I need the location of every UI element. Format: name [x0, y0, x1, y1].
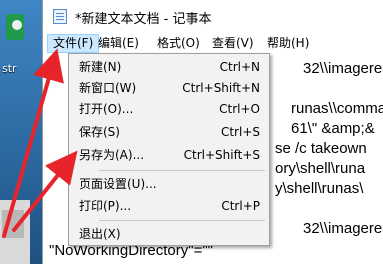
desktop-background: str	[0, 0, 42, 264]
menu-edit[interactable]: 编辑(E)	[93, 34, 144, 53]
menu-item-print[interactable]: 打印(P)... Ctrl+P	[71, 196, 267, 217]
menu-item-open[interactable]: 打开(O)... Ctrl+O	[71, 99, 267, 120]
editor-line: runas\\comma	[291, 100, 383, 117]
editor-line: 32\\imageres	[303, 220, 383, 237]
menu-item-new-window[interactable]: 新窗口(W) Ctrl+Shift+N	[71, 78, 267, 99]
desktop-file-icon[interactable]	[0, 200, 30, 264]
desktop-icon-label: str	[2, 62, 17, 75]
desktop-app-icon[interactable]	[2, 14, 28, 58]
menu-view[interactable]: 查看(V)	[207, 34, 259, 53]
editor-line: 61\" &amp;&	[291, 120, 375, 137]
menu-bar: 文件(F) 编辑(E) 格式(O) 查看(V) 帮助(H)	[43, 32, 383, 54]
menu-format[interactable]: 格式(O)	[152, 34, 205, 53]
file-menu-dropdown: 新建(N) Ctrl+N 新窗口(W) Ctrl+Shift+N 打开(O)..…	[68, 53, 270, 246]
editor-line: y\shell\runas\	[275, 180, 364, 197]
menu-item-shortcut: Ctrl+N	[219, 60, 260, 74]
title-bar[interactable]: *新建文本文档 - 记事本	[43, 0, 383, 32]
menu-item-label: 保存(S)	[79, 125, 120, 139]
app-icon-emblem	[12, 20, 22, 30]
menu-item-shortcut: Ctrl+Shift+N	[182, 81, 260, 95]
menu-item-label: 页面设置(U)...	[79, 177, 157, 191]
menu-item-save[interactable]: 保存(S) Ctrl+S	[71, 122, 267, 143]
menu-help[interactable]: 帮助(H)	[262, 34, 314, 53]
menu-item-label: 打印(P)...	[79, 199, 132, 213]
menu-item-shortcut: Ctrl+S	[220, 125, 260, 139]
editor-line: se /c takeown	[275, 140, 367, 157]
menu-item-save-as[interactable]: 另存为(A)... Ctrl+Shift+S	[71, 145, 267, 166]
window-title: *新建文本文档 - 记事本	[75, 12, 212, 27]
file-icon-shape	[2, 210, 24, 238]
editor-line: ory\shell\runa	[275, 160, 366, 177]
menu-item-page-setup[interactable]: 页面设置(U)...	[71, 174, 267, 195]
menu-item-label: 退出(X)	[79, 227, 121, 241]
menu-item-shortcut: Ctrl+P	[221, 199, 260, 213]
menu-item-exit[interactable]: 退出(X)	[71, 224, 267, 245]
menu-separator	[99, 220, 265, 221]
menu-item-label: 新窗口(W)	[79, 81, 137, 95]
menu-item-new[interactable]: 新建(N) Ctrl+N	[71, 57, 267, 78]
menu-file[interactable]: 文件(F)	[47, 34, 100, 53]
menu-separator	[99, 170, 265, 171]
menu-item-label: 打开(O)...	[79, 102, 134, 116]
menu-item-label: 另存为(A)...	[79, 148, 145, 162]
editor-line: 32\\imageres	[303, 60, 383, 77]
menu-item-label: 新建(N)	[79, 60, 122, 74]
notepad-icon	[53, 9, 67, 24]
menu-item-shortcut: Ctrl+O	[219, 102, 260, 116]
menu-item-shortcut: Ctrl+Shift+S	[183, 148, 260, 162]
